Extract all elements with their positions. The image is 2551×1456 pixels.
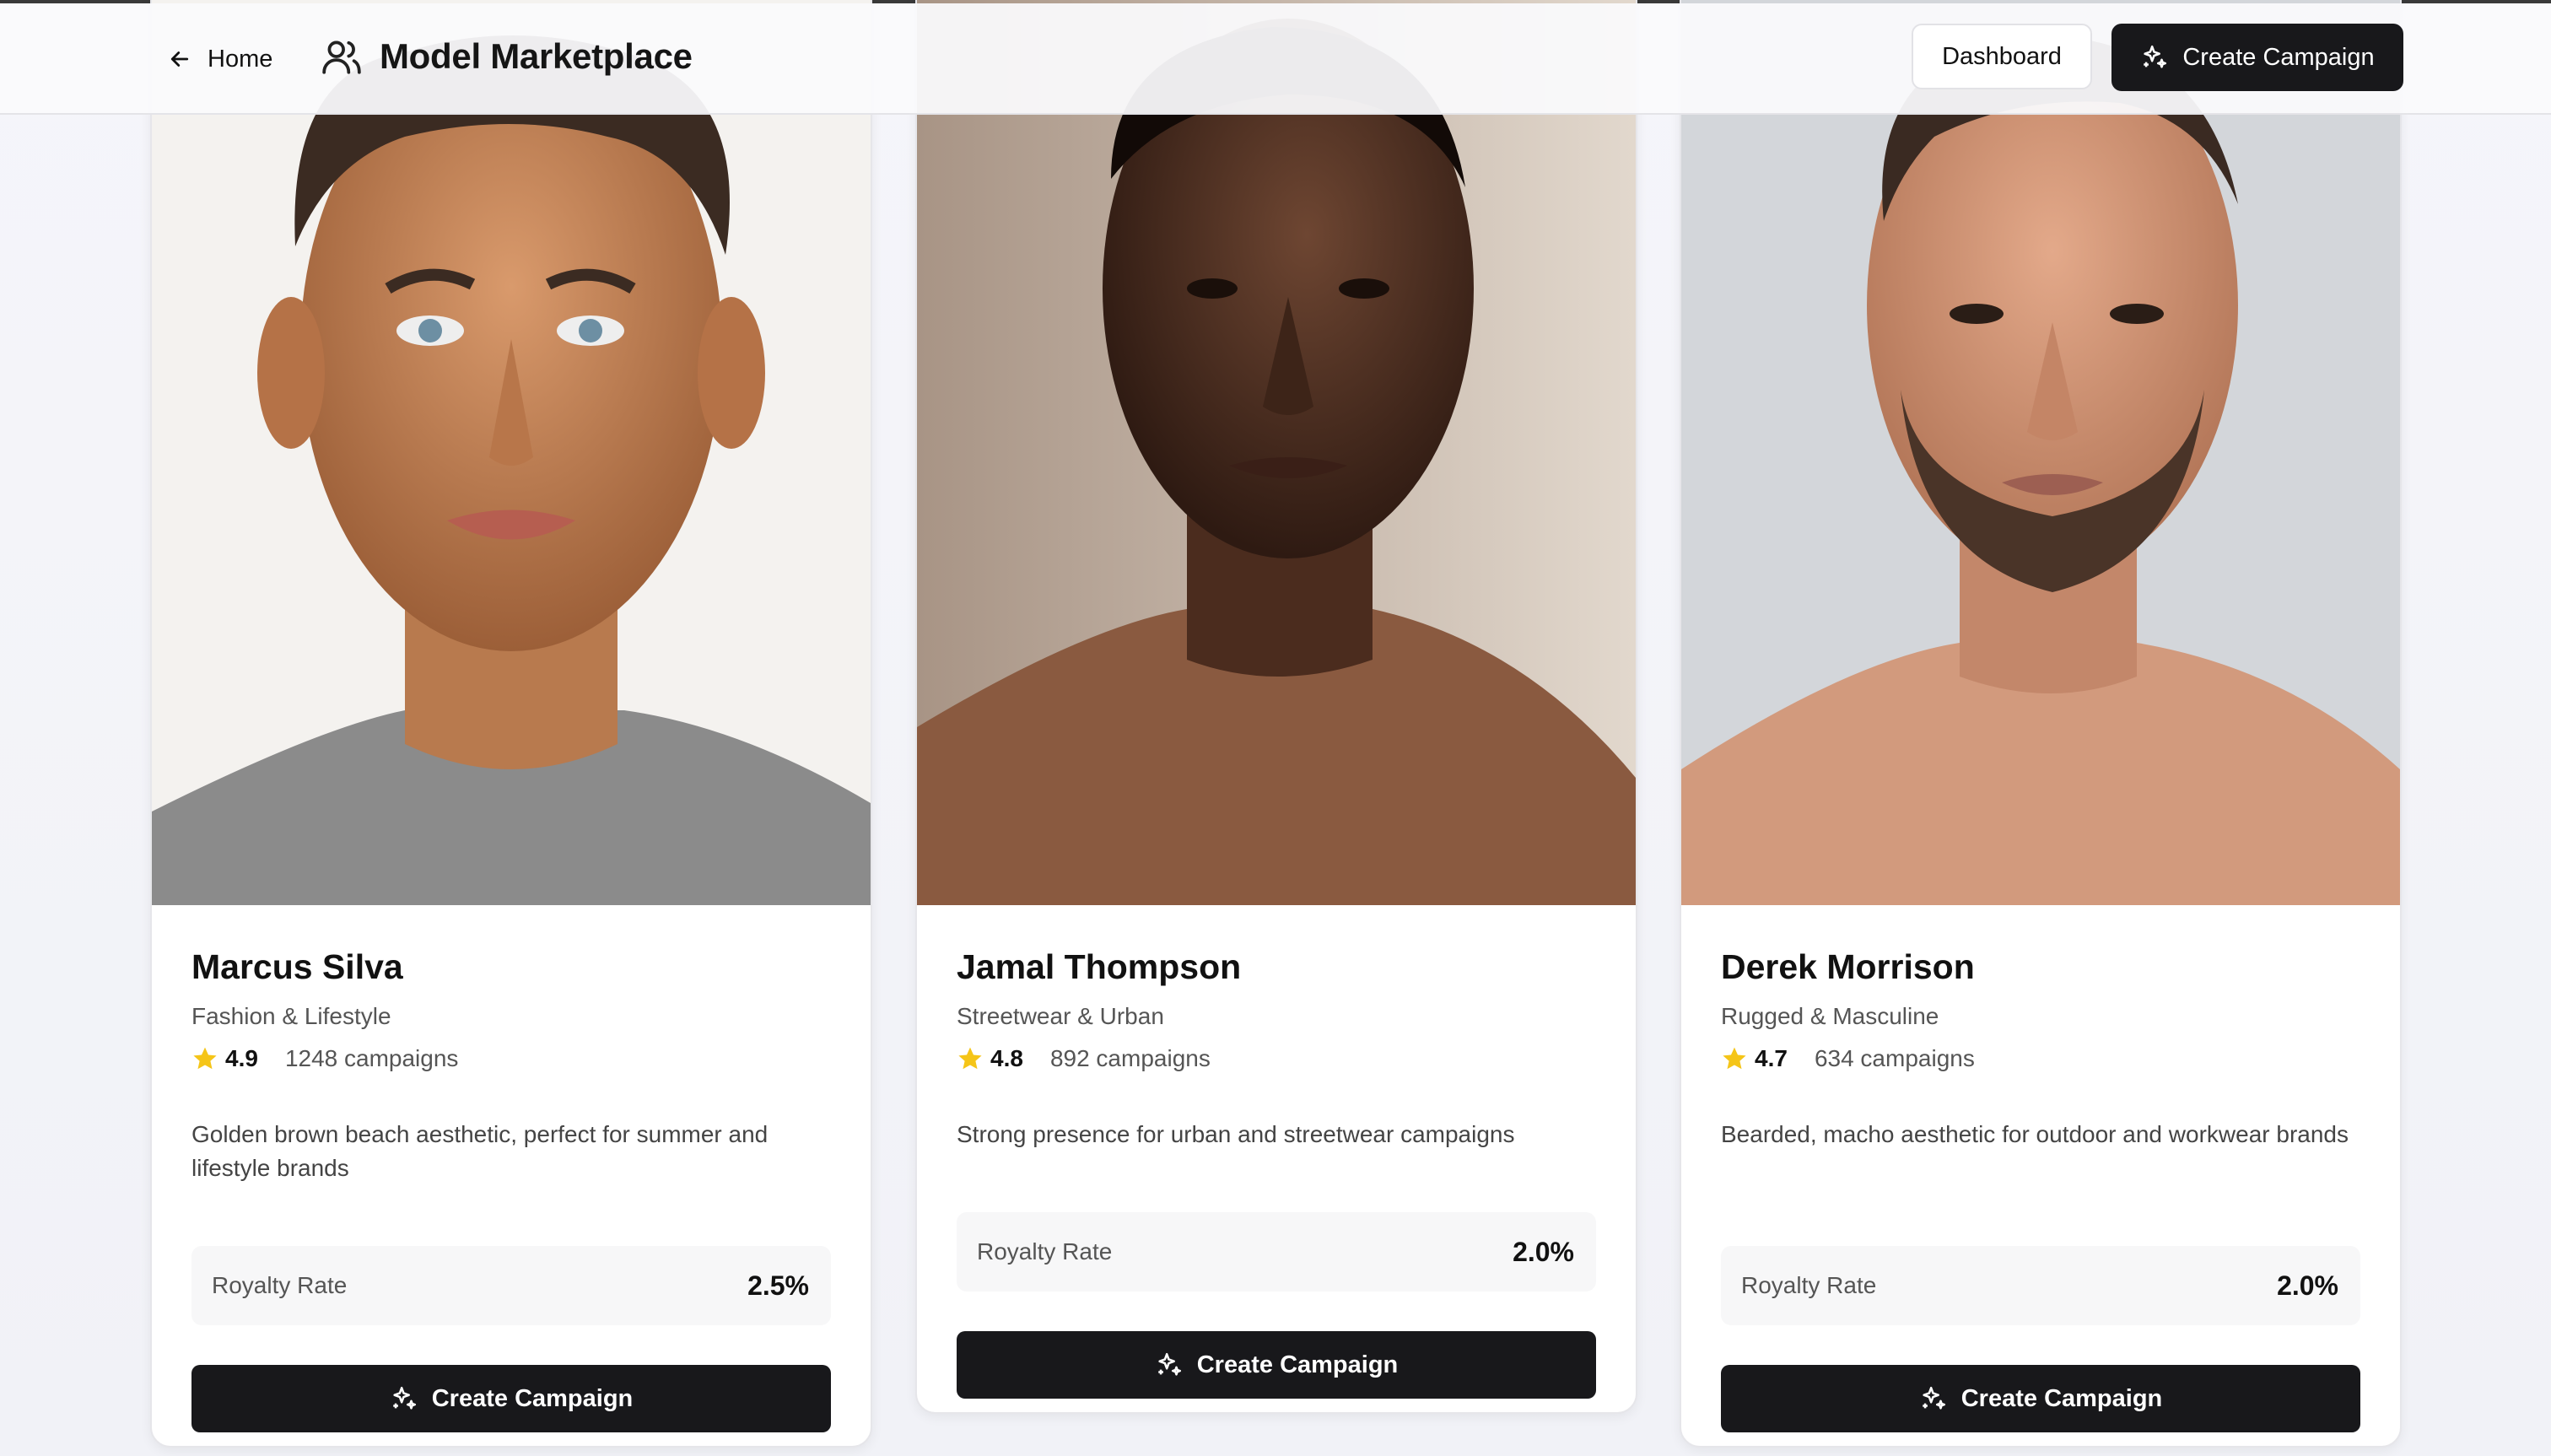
royalty-rate-value: 2.0% — [2277, 1270, 2338, 1301]
model-photo — [917, 0, 1636, 905]
royalty-rate-label: Royalty Rate — [977, 1238, 1113, 1265]
model-stats: 4.9 1248 campaigns — [191, 1045, 458, 1072]
home-link-label: Home — [208, 45, 273, 73]
star-icon — [958, 1047, 982, 1070]
create-campaign-button[interactable]: Create Campaign — [191, 1365, 831, 1432]
model-campaign-count: 634 campaigns — [1814, 1045, 1975, 1071]
model-category: Rugged & Masculine — [1721, 1003, 1939, 1029]
model-stats: 4.8 892 campaigns — [957, 1045, 1211, 1072]
top-nav-bar: Home Model Marketplace Dashboard Create … — [0, 3, 2551, 115]
model-photo — [1681, 0, 2400, 905]
model-category: Fashion & Lifestyle — [191, 1003, 391, 1029]
royalty-rate-box: Royalty Rate 2.5% — [191, 1246, 831, 1325]
star-icon — [1723, 1047, 1746, 1070]
model-rating: 4.7 — [1755, 1045, 1788, 1071]
model-card-marcus-silva: Marcus Silva Fashion & Lifestyle 4.9 124… — [150, 0, 872, 1448]
sparkles-icon — [1157, 1352, 1181, 1376]
sparkles-icon — [1922, 1386, 1945, 1410]
dashboard-button[interactable]: Dashboard — [1912, 24, 2092, 89]
model-name: Jamal Thompson — [957, 947, 1242, 986]
royalty-rate-label: Royalty Rate — [1741, 1272, 1877, 1298]
header-create-campaign-button[interactable]: Create Campaign — [2111, 24, 2403, 91]
model-stats: 4.7 634 campaigns — [1721, 1045, 1975, 1072]
sparkles-icon — [392, 1386, 416, 1410]
model-photo — [152, 0, 871, 905]
brand: Model Marketplace — [321, 35, 693, 78]
star-icon — [193, 1047, 217, 1070]
page-title: Model Marketplace — [380, 36, 693, 76]
model-campaign-count: 892 campaigns — [1049, 1045, 1211, 1071]
create-campaign-label: Create Campaign — [1960, 1384, 2163, 1412]
model-rating: 4.8 — [990, 1045, 1023, 1071]
create-campaign-button[interactable]: Create Campaign — [1721, 1365, 2360, 1432]
model-name: Derek Morrison — [1721, 947, 1975, 986]
model-description: Bearded, macho aesthetic for outdoor and… — [1721, 1121, 2349, 1147]
model-card-jamal-thompson: Jamal Thompson Streetwear & Urban 4.8 89… — [915, 0, 1637, 1414]
create-campaign-button[interactable]: Create Campaign — [957, 1331, 1596, 1399]
model-description: Strong presence for urban and streetwear… — [957, 1121, 1515, 1147]
model-category: Streetwear & Urban — [957, 1003, 1164, 1029]
create-campaign-label: Create Campaign — [1196, 1351, 1399, 1378]
header-create-campaign-label: Create Campaign — [2182, 43, 2375, 71]
model-rating: 4.9 — [225, 1045, 258, 1071]
royalty-rate-value: 2.5% — [747, 1270, 809, 1301]
royalty-rate-label: Royalty Rate — [212, 1272, 348, 1298]
royalty-rate-box: Royalty Rate 2.0% — [957, 1212, 1596, 1292]
royalty-rate-box: Royalty Rate 2.0% — [1721, 1246, 2360, 1325]
sparkles-icon — [2144, 45, 2167, 68]
users-icon — [322, 40, 361, 74]
model-description: Golden brown beach aesthetic, perfect fo… — [191, 1121, 769, 1181]
home-link[interactable]: Home — [167, 40, 272, 78]
arrow-left-icon — [170, 51, 189, 67]
model-campaign-count: 1248 campaigns — [284, 1045, 459, 1071]
model-card-derek-morrison: Derek Morrison Rugged & Masculine 4.7 63… — [1680, 0, 2402, 1448]
create-campaign-label: Create Campaign — [431, 1384, 634, 1412]
royalty-rate-value: 2.0% — [1513, 1237, 1574, 1267]
model-name: Marcus Silva — [191, 947, 403, 986]
